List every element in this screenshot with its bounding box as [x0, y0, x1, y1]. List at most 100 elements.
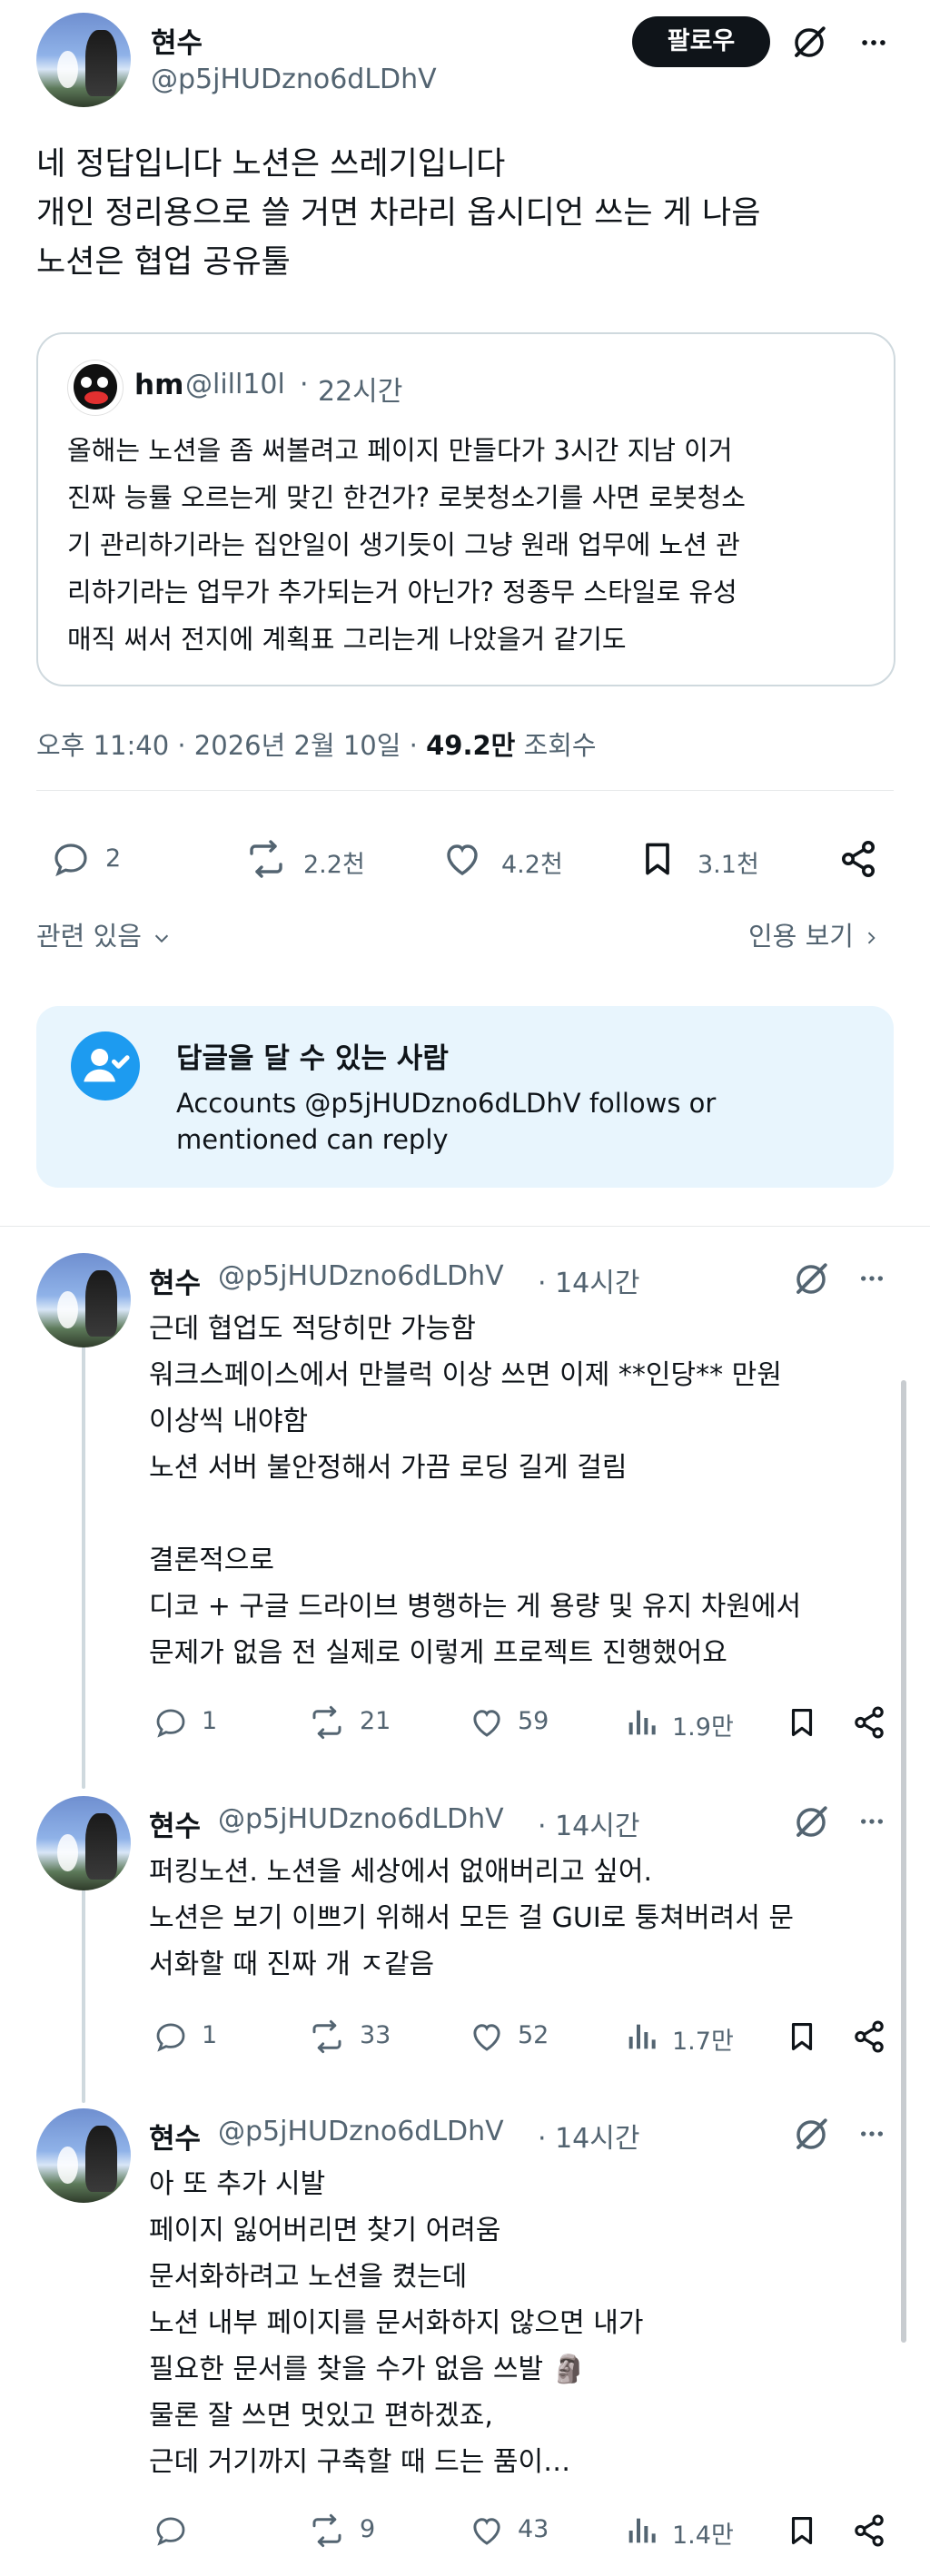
reply-author-handle[interactable]: @p5jHUDzno6dLDhV	[218, 2116, 504, 2147]
more-icon[interactable]	[854, 1807, 890, 1836]
reply-text-line: 디코 + 구글 드라이브 병행하는 게 용량 및 유지 차원에서	[149, 1591, 802, 1623]
quoted-text-line: 기 관리하기라는 집안일이 생기듯이 그냥 원래 업무에 노션 관	[67, 529, 740, 560]
reply-icon[interactable]	[49, 837, 93, 881]
repost-icon[interactable]	[305, 1703, 349, 1742]
reply-time[interactable]: · 14시간	[538, 2116, 639, 2156]
repost-icon[interactable]	[305, 2512, 349, 2550]
reply-avatar[interactable]	[36, 2108, 131, 2203]
views-count: 1.9만	[672, 1713, 734, 1742]
reply-text-line: 필요한 문서를 찾을 수가 없음 쓰발 🗿	[149, 2354, 586, 2385]
quoted-author-name[interactable]: hm	[134, 369, 183, 401]
like-icon[interactable]	[467, 2512, 507, 2550]
views-count: 1.4만	[672, 2522, 734, 2550]
reply-author-handle[interactable]: @p5jHUDzno6dLDhV	[218, 1803, 504, 1835]
share-icon[interactable]	[850, 2512, 888, 2550]
person-check-icon	[71, 1031, 140, 1100]
views-icon[interactable]	[623, 2512, 659, 2550]
views-icon[interactable]	[623, 1703, 659, 1742]
quotes-label: 인용 보기	[748, 921, 854, 952]
reply-restriction-title: 답글을 달 수 있는 사람	[176, 1042, 449, 1075]
post-text: 네 정답입니다 노션은 쓰레기입니다 개인 정리용으로 쓸 거면 차라리 옵시디…	[36, 140, 760, 287]
reply-text-line: 근데 거기까지 구축할 때 드는 품이…	[149, 2446, 571, 2478]
bookmark-icon[interactable]	[785, 2510, 819, 2551]
grok-icon[interactable]	[790, 24, 828, 62]
like-icon[interactable]	[467, 2018, 507, 2056]
reply-icon[interactable]	[151, 2018, 191, 2056]
reply-avatar[interactable]	[36, 1796, 131, 1890]
post-meta: 오후 11:40 · 2026년 2월 10일 · 49.2만 조회수	[36, 725, 597, 763]
reply-author-name[interactable]: 현수	[149, 1803, 201, 1844]
reply-text-line: 아 또 추가 시발	[149, 2168, 326, 2200]
grok-icon[interactable]	[792, 1260, 830, 1298]
grok-icon[interactable]	[792, 1803, 830, 1841]
chevron-down-icon	[152, 928, 172, 948]
post-text-line: 네 정답입니다 노션은 쓰레기입니다	[36, 146, 506, 183]
reply-count: 2	[105, 844, 122, 873]
reply-author-handle[interactable]: @p5jHUDzno6dLDhV	[218, 1260, 504, 1292]
reply-text-line: 노션 서버 불안정해서 가끔 로딩 길게 걸림	[149, 1452, 628, 1484]
repost-count: 9	[360, 2515, 376, 2543]
like-count: 59	[518, 1707, 549, 1735]
bookmark-icon[interactable]	[638, 835, 678, 883]
bookmark-icon[interactable]	[785, 2016, 819, 2058]
view-quotes-link[interactable]: 인용 보기	[748, 915, 880, 953]
quoted-author-handle[interactable]: @lill10l	[185, 369, 285, 400]
like-count: 43	[518, 2515, 549, 2543]
reply-text-line: 퍼킹노션. 노션을 세상에서 없애버리고 싶어.	[149, 1856, 653, 1888]
reply-text-line: 물론 잘 쓰면 멋있고 편하겠죠,	[149, 2400, 493, 2432]
view-label: 조회수	[515, 730, 597, 761]
scrollbar[interactable]	[901, 1380, 906, 2343]
reply-time[interactable]: · 14시간	[538, 1803, 639, 1843]
quoted-text-line: 리하기라는 업무가 추가되는거 아닌가? 정종무 스타일로 유성	[67, 577, 737, 607]
more-icon[interactable]	[854, 1264, 890, 1293]
repost-icon[interactable]	[305, 2018, 349, 2056]
thread-line	[82, 1344, 85, 1789]
author-handle[interactable]: @p5jHUDzno6dLDhV	[151, 64, 437, 95]
quoted-text-line: 올해는 노션을 좀 써볼려고 페이지 만들다가 3시간 지남 이거	[67, 435, 733, 466]
repost-count: 21	[360, 1707, 391, 1735]
bookmark-count: 3.1천	[698, 851, 759, 879]
reply-text-line: 노션은 보기 이쁘기 위해서 모든 걸 GUI로 퉁쳐버려서 문	[149, 1902, 794, 1934]
reply-text-line: 근데 협업도 적당히만 가능함	[149, 1313, 476, 1345]
reply-text-line: 노션 내부 페이지를 문서화하지 않으면 내가	[149, 2307, 644, 2339]
reply-icon[interactable]	[151, 2512, 191, 2550]
repost-count: 33	[360, 2021, 391, 2049]
reply-restriction-desc-1: Accounts @p5jHUDzno6dLDhV follows or	[176, 1088, 717, 1119]
follow-button[interactable]: 팔로우	[632, 16, 770, 67]
quoted-dot: ·	[300, 369, 309, 400]
reply-time[interactable]: · 14시간	[538, 1260, 639, 1300]
reply-author-name[interactable]: 현수	[149, 1260, 201, 1301]
reply-text-line: 이상씩 내야함	[149, 1406, 309, 1437]
reply-restriction-desc-2: mentioned can reply	[176, 1124, 449, 1155]
repost-count: 2.2천	[303, 851, 365, 879]
post-timestamp[interactable]: 오후 11:40 · 2026년 2월 10일 ·	[36, 730, 426, 761]
reply-text-line: 서화할 때 진짜 개 ㅈ같음	[149, 1949, 435, 1980]
repost-icon[interactable]	[242, 837, 291, 881]
avatar[interactable]	[36, 13, 131, 107]
post-text-line: 노션은 협업 공유툴	[36, 244, 291, 281]
reply-text-line: 페이지 잃어버리면 찾기 어려움	[149, 2215, 501, 2246]
reply-avatar[interactable]	[36, 1253, 131, 1347]
share-icon[interactable]	[836, 837, 881, 881]
like-icon[interactable]	[467, 1703, 507, 1742]
reply-count: 1	[202, 1707, 218, 1735]
related-toggle[interactable]: 관련 있음	[36, 915, 170, 953]
divider	[36, 790, 894, 791]
quoted-time[interactable]: 22시간	[318, 369, 402, 409]
bookmark-icon[interactable]	[785, 1702, 819, 1743]
share-icon[interactable]	[850, 1703, 888, 1742]
more-icon[interactable]	[854, 2119, 890, 2148]
quoted-text-line: 매직 써서 전지에 계획표 그리는게 나았을거 같기도	[67, 624, 627, 655]
more-icon[interactable]	[854, 27, 894, 58]
reply-author-name[interactable]: 현수	[149, 2116, 201, 2157]
view-count: 49.2만	[426, 730, 516, 761]
post-text-line: 개인 정리용으로 쓸 거면 차라리 옵시디언 쓰는 게 나음	[36, 195, 761, 232]
share-icon[interactable]	[850, 2018, 888, 2056]
grok-icon[interactable]	[792, 2116, 830, 2154]
reply-icon[interactable]	[151, 1703, 191, 1742]
reply-text-line	[149, 1491, 801, 1537]
views-icon[interactable]	[623, 2018, 659, 2056]
quoted-avatar[interactable]	[67, 360, 124, 416]
author-name[interactable]: 현수	[151, 20, 203, 61]
like-icon[interactable]	[440, 837, 485, 881]
